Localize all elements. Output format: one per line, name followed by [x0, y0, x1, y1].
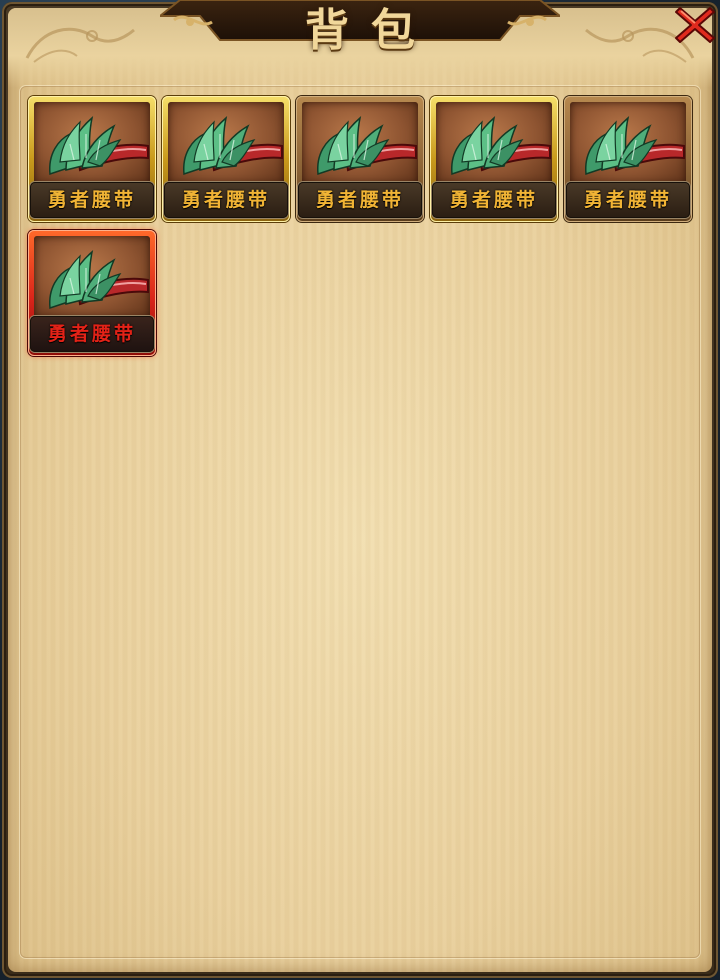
- jade-belt-icon: [451, 116, 551, 176]
- slot-item-background: [34, 102, 150, 184]
- item-name: 勇者腰带: [30, 182, 154, 218]
- slot-item-background: [34, 236, 150, 318]
- jade-belt-icon: [585, 116, 685, 176]
- close-button[interactable]: [672, 2, 718, 48]
- game-screen: 背包 勇者腰带 勇者腰带 勇者腰带 勇者腰带 勇者腰带 勇者腰带: [0, 0, 720, 980]
- slot-item-background: [570, 102, 686, 184]
- window-title: 背包: [305, 5, 437, 56]
- inventory-slot-4[interactable]: 勇者腰带: [430, 96, 558, 222]
- inventory-slot-6[interactable]: 勇者腰带: [28, 230, 156, 356]
- inventory-slot-5[interactable]: 勇者腰带: [564, 96, 692, 222]
- inventory-slot-3[interactable]: 勇者腰带: [296, 96, 424, 222]
- item-name: 勇者腰带: [30, 316, 154, 352]
- slot-item-background: [436, 102, 552, 184]
- item-name: 勇者腰带: [164, 182, 288, 218]
- title-banner: 背包: [160, 0, 560, 56]
- item-name: 勇者腰带: [432, 182, 556, 218]
- close-x-icon: [675, 7, 715, 43]
- item-name: 勇者腰带: [566, 182, 690, 218]
- flourish-left-icon: [25, 27, 135, 63]
- jade-belt-icon: [317, 116, 417, 176]
- slot-item-background: [302, 102, 418, 184]
- inventory-slot-1[interactable]: 勇者腰带: [28, 96, 156, 222]
- jade-belt-icon: [49, 250, 149, 310]
- jade-belt-icon: [49, 116, 149, 176]
- jade-belt-icon: [183, 116, 283, 176]
- item-name: 勇者腰带: [298, 182, 422, 218]
- inventory-slot-2[interactable]: 勇者腰带: [162, 96, 290, 222]
- slot-item-background: [168, 102, 284, 184]
